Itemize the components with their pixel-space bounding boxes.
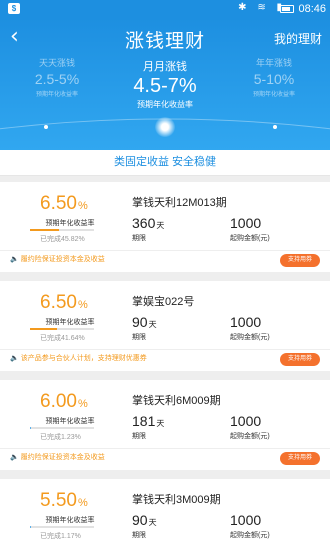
min-amount-value: 1000 bbox=[230, 512, 262, 528]
card-rate-percent: % bbox=[77, 398, 88, 410]
tab-dot-left bbox=[44, 125, 48, 129]
product-tab-name: 月月涨钱 bbox=[143, 61, 187, 73]
product-tab-monthly[interactable]: 月月涨钱 4.5-7% 预期年化收益率 bbox=[115, 56, 215, 110]
progress-text: 已完成45.82% bbox=[40, 236, 85, 243]
product-tab-sub: 预期年化收益率 bbox=[252, 92, 295, 98]
card-divider bbox=[0, 448, 330, 449]
product-tab-daily[interactable]: 天天涨钱 2.5-5% 预期年化收益率 bbox=[22, 56, 92, 98]
product-name: 掌钱天利3M009期 bbox=[132, 494, 221, 506]
min-amount-value: 1000 bbox=[230, 215, 262, 231]
card-note-text: 该产品参与合伙人计划，支持理财优惠券 bbox=[20, 355, 147, 362]
term-value: 90天 bbox=[132, 314, 157, 330]
progress-fill bbox=[30, 328, 57, 330]
card-rate: 6.00% bbox=[40, 391, 88, 413]
progress-fill bbox=[30, 229, 60, 231]
product-card[interactable]: 5.50% 预期年化收益率 已完成1.17% 掌钱天利3M009期 90天 期限… bbox=[0, 479, 330, 550]
progress-bar bbox=[30, 526, 94, 528]
tab-dot-right bbox=[273, 125, 277, 129]
tagline: 类固定收益 安全稳健 bbox=[0, 150, 330, 176]
card-rate: 6.50% bbox=[40, 193, 88, 215]
battery-icon bbox=[280, 5, 294, 13]
card-rate-label: 预期年化收益率 bbox=[45, 319, 95, 326]
min-amount-label: 起购金额(元) bbox=[230, 235, 270, 242]
progress-fill bbox=[30, 427, 31, 429]
speaker-icon: 🔈 bbox=[10, 355, 19, 362]
progress-fill bbox=[30, 526, 31, 528]
progress-bar bbox=[30, 427, 94, 429]
min-amount-label: 起购金额(元) bbox=[230, 433, 270, 440]
term-label: 期限 bbox=[132, 532, 146, 539]
card-rate-label: 预期年化收益率 bbox=[45, 418, 95, 425]
card-divider bbox=[0, 349, 330, 350]
product-tab-name: 年年涨钱 bbox=[255, 58, 292, 68]
card-note: 🔈 履约险保证投资本金及收益 bbox=[10, 452, 105, 462]
product-tab-sub: 预期年化收益率 bbox=[35, 92, 78, 98]
status-bar: $ ✱ ≋ ▮ 08:46 bbox=[0, 0, 330, 18]
term-label: 期限 bbox=[132, 433, 146, 440]
progress-text: 已完成1.23% bbox=[40, 434, 81, 441]
coupon-button[interactable]: 支持用券 bbox=[280, 254, 320, 267]
term-value: 360天 bbox=[132, 215, 164, 231]
product-name: 掌娱宝022号 bbox=[132, 296, 195, 308]
card-divider bbox=[0, 250, 330, 251]
card-rate-value: 6.50 bbox=[40, 193, 77, 214]
term-label: 期限 bbox=[132, 334, 146, 341]
term-unit: 天 bbox=[156, 419, 165, 428]
card-rate-value: 6.50 bbox=[40, 292, 77, 313]
card-rate: 6.50% bbox=[40, 292, 88, 314]
card-note: 🔈 履约险保证投资本金及收益 bbox=[10, 254, 105, 264]
min-amount-value: 1000 bbox=[230, 413, 262, 429]
min-amount-value: 1000 bbox=[230, 314, 262, 330]
term-number: 90 bbox=[132, 314, 148, 330]
product-tab-sub: 预期年化收益率 bbox=[137, 100, 193, 109]
status-time: 08:46 bbox=[298, 3, 326, 15]
card-note-text: 履约险保证投资本金及收益 bbox=[20, 256, 105, 263]
card-note-text: 履约险保证投资本金及收益 bbox=[20, 454, 105, 461]
term-value: 90天 bbox=[132, 512, 157, 528]
min-amount-label: 起购金额(元) bbox=[230, 532, 270, 539]
term-unit: 天 bbox=[148, 518, 157, 527]
my-finance-link[interactable]: 我的理财 bbox=[274, 30, 322, 47]
coupon-button[interactable]: 支持用券 bbox=[280, 353, 320, 366]
product-tab-rate: 2.5-5% bbox=[34, 71, 80, 87]
card-rate-label: 预期年化收益率 bbox=[45, 517, 95, 524]
product-card[interactable]: 6.50% 预期年化收益率 已完成45.82% 掌钱天利12M013期 360天… bbox=[0, 182, 330, 272]
header: ‹ 涨钱理财 我的理财 天天涨钱 2.5-5% 预期年化收益率 月月涨钱 4.5… bbox=[0, 18, 330, 150]
term-value: 181天 bbox=[132, 413, 164, 429]
progress-bar bbox=[30, 229, 94, 231]
progress-bar bbox=[30, 328, 94, 330]
product-tab-name: 天天涨钱 bbox=[38, 58, 75, 68]
progress-text: 已完成41.64% bbox=[40, 335, 85, 342]
product-name: 掌钱天利6M009期 bbox=[132, 395, 221, 407]
card-rate-percent: % bbox=[77, 200, 88, 212]
term-number: 360 bbox=[132, 215, 156, 231]
product-tab-rate: 5-10% bbox=[253, 71, 295, 87]
speaker-icon: 🔈 bbox=[10, 256, 19, 263]
card-rate-value: 6.00 bbox=[40, 391, 77, 412]
term-unit: 天 bbox=[148, 320, 157, 329]
card-rate: 5.50% bbox=[40, 490, 88, 512]
product-tab-yearly[interactable]: 年年涨钱 5-10% 预期年化收益率 bbox=[238, 56, 310, 98]
card-rate-percent: % bbox=[77, 497, 88, 509]
card-note: 🔈 该产品参与合伙人计划，支持理财优惠券 bbox=[10, 353, 147, 363]
tab-selected-indicator bbox=[155, 117, 175, 137]
speaker-icon: 🔈 bbox=[10, 454, 19, 461]
card-rate-percent: % bbox=[77, 299, 88, 311]
app-notification-icon: $ bbox=[8, 3, 20, 14]
min-amount-label: 起购金额(元) bbox=[230, 334, 270, 341]
term-unit: 天 bbox=[156, 221, 165, 230]
coupon-button[interactable]: 支持用券 bbox=[280, 452, 320, 465]
term-number: 90 bbox=[132, 512, 148, 528]
product-name: 掌钱天利12M013期 bbox=[132, 197, 227, 209]
product-card[interactable]: 6.50% 预期年化收益率 已完成41.64% 掌娱宝022号 90天 期限 1… bbox=[0, 281, 330, 371]
term-number: 181 bbox=[132, 413, 156, 429]
product-card[interactable]: 6.00% 预期年化收益率 已完成1.23% 掌钱天利6M009期 181天 期… bbox=[0, 380, 330, 470]
product-tab-rate: 4.5-7% bbox=[133, 75, 197, 97]
term-label: 期限 bbox=[132, 235, 146, 242]
progress-text: 已完成1.17% bbox=[40, 533, 81, 540]
card-rate-value: 5.50 bbox=[40, 490, 77, 511]
status-icons: ✱ ≋ ▮ bbox=[238, 2, 286, 13]
card-rate-label: 预期年化收益率 bbox=[45, 220, 95, 227]
